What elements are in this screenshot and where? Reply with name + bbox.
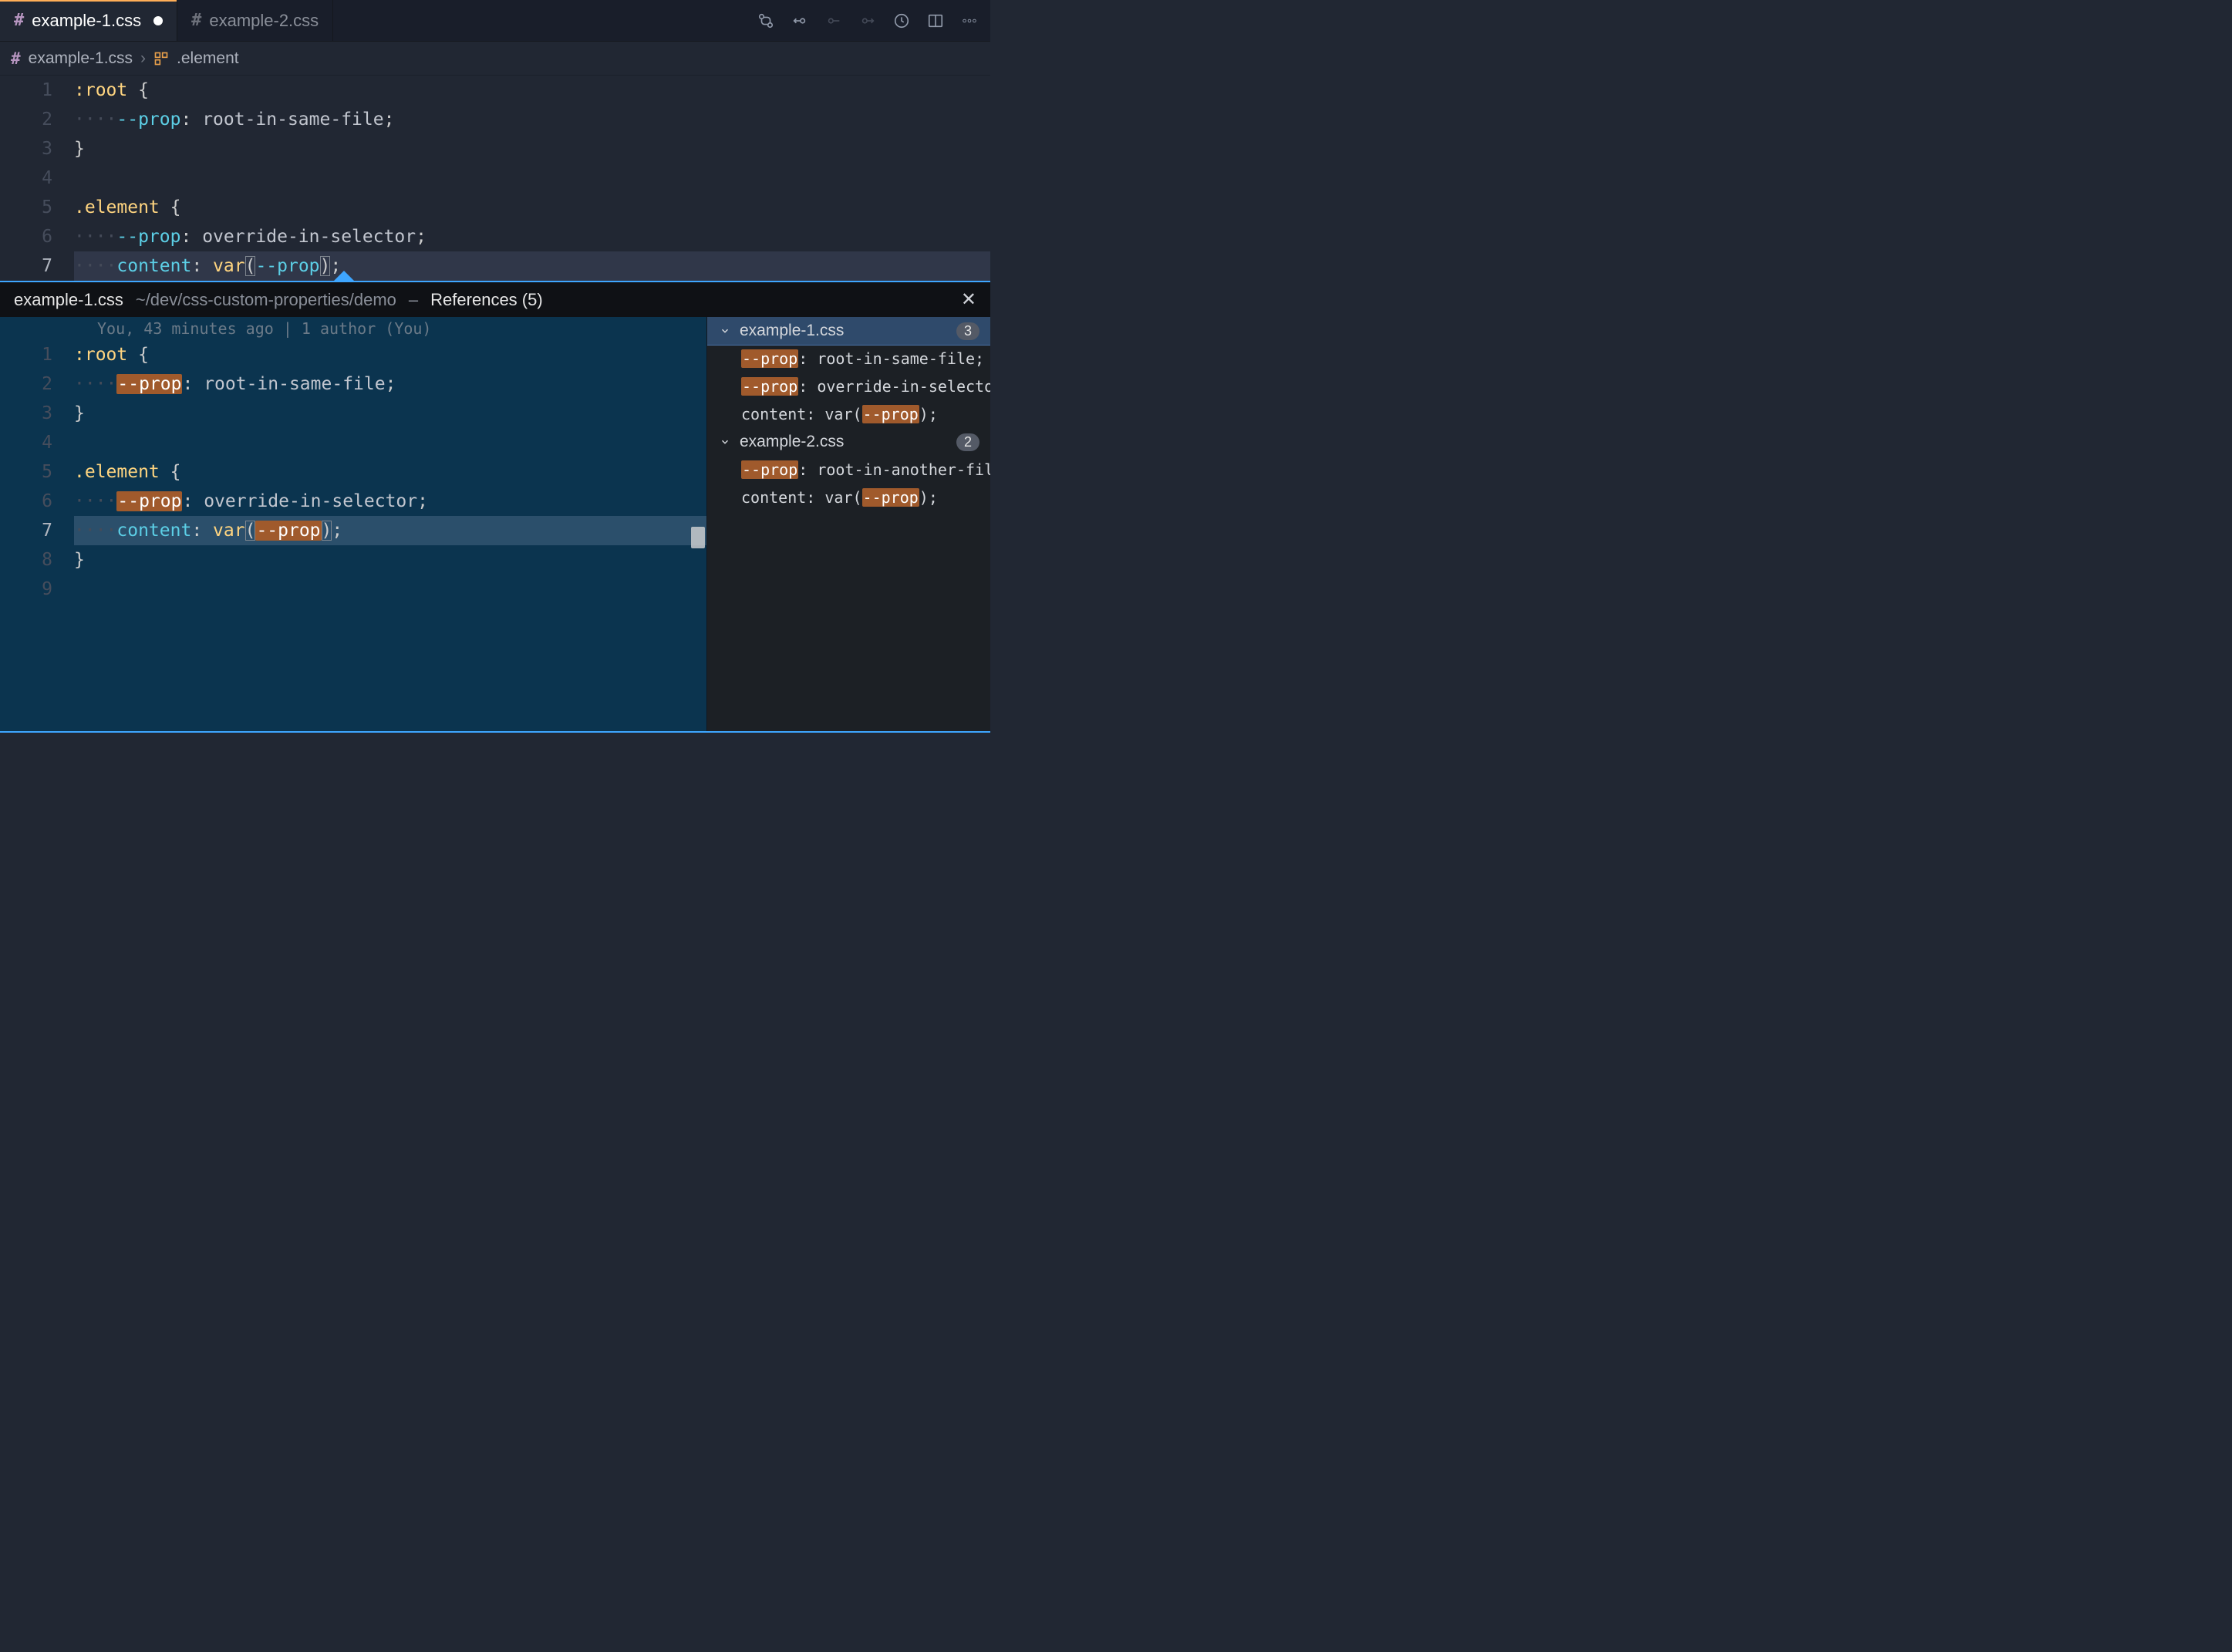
editor-line[interactable]: 7····content: var(--prop); — [0, 251, 990, 281]
code-content: :root { — [74, 340, 706, 369]
editor-line[interactable]: 6····--prop: override-in-selector; — [0, 222, 990, 251]
code-content: .element { — [74, 193, 990, 222]
tab-label: example-2.css — [209, 11, 319, 31]
line-number: 2 — [0, 105, 74, 134]
breadcrumb-file: example-1.css — [29, 49, 133, 68]
app-root: # example-1.css # example-2.css — [0, 0, 990, 733]
editor-line[interactable]: 5.element { — [0, 457, 706, 487]
chevron-down-icon — [718, 437, 732, 447]
close-icon[interactable]: ✕ — [961, 288, 976, 311]
chevron-right-icon: › — [140, 49, 146, 68]
reference-item[interactable]: content: var(--prop); — [707, 400, 990, 428]
tab-label: example-1.css — [32, 11, 141, 31]
git-compare-icon[interactable] — [756, 11, 776, 31]
reference-file-name: example-1.css — [740, 322, 949, 340]
line-number: 6 — [0, 487, 74, 516]
line-number: 1 — [0, 76, 74, 105]
prev-change-icon[interactable] — [790, 11, 810, 31]
split-editor-icon[interactable] — [926, 11, 946, 31]
code-content: ····content: var(--prop); — [74, 516, 706, 545]
next-change-icon[interactable] — [824, 11, 844, 31]
editor-line[interactable]: 4 — [0, 428, 706, 457]
editor-line[interactable]: 6····--prop: override-in-selector; — [0, 487, 706, 516]
symbol-struct-icon — [153, 51, 169, 66]
line-number: 7 — [0, 251, 74, 281]
peek-pointer-icon — [333, 271, 355, 281]
editor-line[interactable]: 1:root { — [0, 76, 990, 105]
editor-line[interactable]: 5.element { — [0, 193, 990, 222]
editor-line[interactable]: 2····--prop: root-in-same-file; — [0, 105, 990, 134]
editor-line[interactable]: 9 — [0, 575, 706, 604]
reference-item[interactable]: --prop: root-in-another-file; — [707, 456, 990, 484]
code-content: } — [74, 134, 990, 164]
reference-item[interactable]: --prop: root-in-same-file; — [707, 345, 990, 373]
reference-count-badge: 3 — [956, 322, 979, 340]
peek-editor[interactable]: You, 43 minutes ago | 1 author (You)1:ro… — [0, 317, 706, 731]
reference-item[interactable]: --prop: override-in-selector; — [707, 373, 990, 400]
css-file-icon: # — [11, 49, 21, 68]
breadcrumb-bar[interactable]: # example-1.css › .element — [0, 42, 990, 76]
peek-body: You, 43 minutes ago | 1 author (You)1:ro… — [0, 317, 990, 731]
next-change-alt-icon[interactable] — [858, 11, 878, 31]
line-number: 3 — [0, 399, 74, 428]
reference-file[interactable]: example-2.css 2 — [707, 428, 990, 456]
reference-count-badge: 2 — [956, 433, 979, 451]
peek-view: example-1.css ~/dev/css-custom-propertie… — [0, 281, 990, 733]
main-editor[interactable]: 1:root {2····--prop: root-in-same-file;3… — [0, 76, 990, 281]
code-content: } — [74, 545, 706, 575]
code-content: .element { — [74, 457, 706, 487]
editor-line[interactable]: 4 — [0, 164, 990, 193]
code-content: ····--prop: root-in-same-file; — [74, 369, 706, 399]
line-number: 3 — [0, 134, 74, 164]
reference-item[interactable]: content: var(--prop); — [707, 484, 990, 511]
dirty-indicator-icon — [153, 16, 163, 25]
editor-line[interactable]: 8} — [0, 545, 706, 575]
editor-line[interactable]: 3} — [0, 399, 706, 428]
line-number: 1 — [0, 340, 74, 369]
editor-actions — [745, 0, 990, 41]
code-content: ····--prop: override-in-selector; — [74, 487, 706, 516]
tab-example-2-css[interactable]: # example-2.css — [177, 0, 333, 41]
line-number: 4 — [0, 428, 74, 457]
line-number: 9 — [0, 575, 74, 604]
references-panel: example-1.css 3 --prop: root-in-same-file;… — [706, 317, 990, 731]
peek-title-file: example-1.css — [14, 290, 123, 310]
line-number: 5 — [0, 457, 74, 487]
scrollbar-thumb[interactable] — [691, 527, 705, 548]
codelens[interactable]: You, 43 minutes ago | 1 author (You) — [0, 317, 706, 340]
tab-example-1-css[interactable]: # example-1.css — [0, 0, 177, 41]
code-content: ····content: var(--prop); — [74, 251, 990, 281]
reference-file[interactable]: example-1.css 3 — [707, 317, 990, 345]
line-number: 6 — [0, 222, 74, 251]
editor-line[interactable]: 1:root { — [0, 340, 706, 369]
peek-title-refs: References (5) — [430, 290, 543, 310]
peek-title-path: ~/dev/css-custom-properties/demo — [136, 290, 396, 310]
line-number: 7 — [0, 516, 74, 545]
timeline-icon[interactable] — [892, 11, 912, 31]
peek-title-bar: example-1.css ~/dev/css-custom-propertie… — [0, 282, 990, 317]
chevron-down-icon — [718, 325, 732, 336]
code-content: ····--prop: root-in-same-file; — [74, 105, 990, 134]
css-file-icon: # — [191, 11, 201, 30]
tab-bar: # example-1.css # example-2.css — [0, 0, 990, 42]
line-number: 5 — [0, 193, 74, 222]
code-content: } — [74, 399, 706, 428]
editor-line[interactable]: 2····--prop: root-in-same-file; — [0, 369, 706, 399]
breadcrumb-symbol: .element — [177, 49, 239, 68]
reference-file-name: example-2.css — [740, 433, 949, 451]
line-number: 8 — [0, 545, 74, 575]
editor-line[interactable]: 7····content: var(--prop); — [0, 516, 706, 545]
css-file-icon: # — [14, 11, 24, 30]
line-number: 2 — [0, 369, 74, 399]
code-content: ····--prop: override-in-selector; — [74, 222, 990, 251]
more-actions-icon[interactable] — [959, 11, 979, 31]
line-number: 4 — [0, 164, 74, 193]
editor-line[interactable]: 3} — [0, 134, 990, 164]
code-content: :root { — [74, 76, 990, 105]
